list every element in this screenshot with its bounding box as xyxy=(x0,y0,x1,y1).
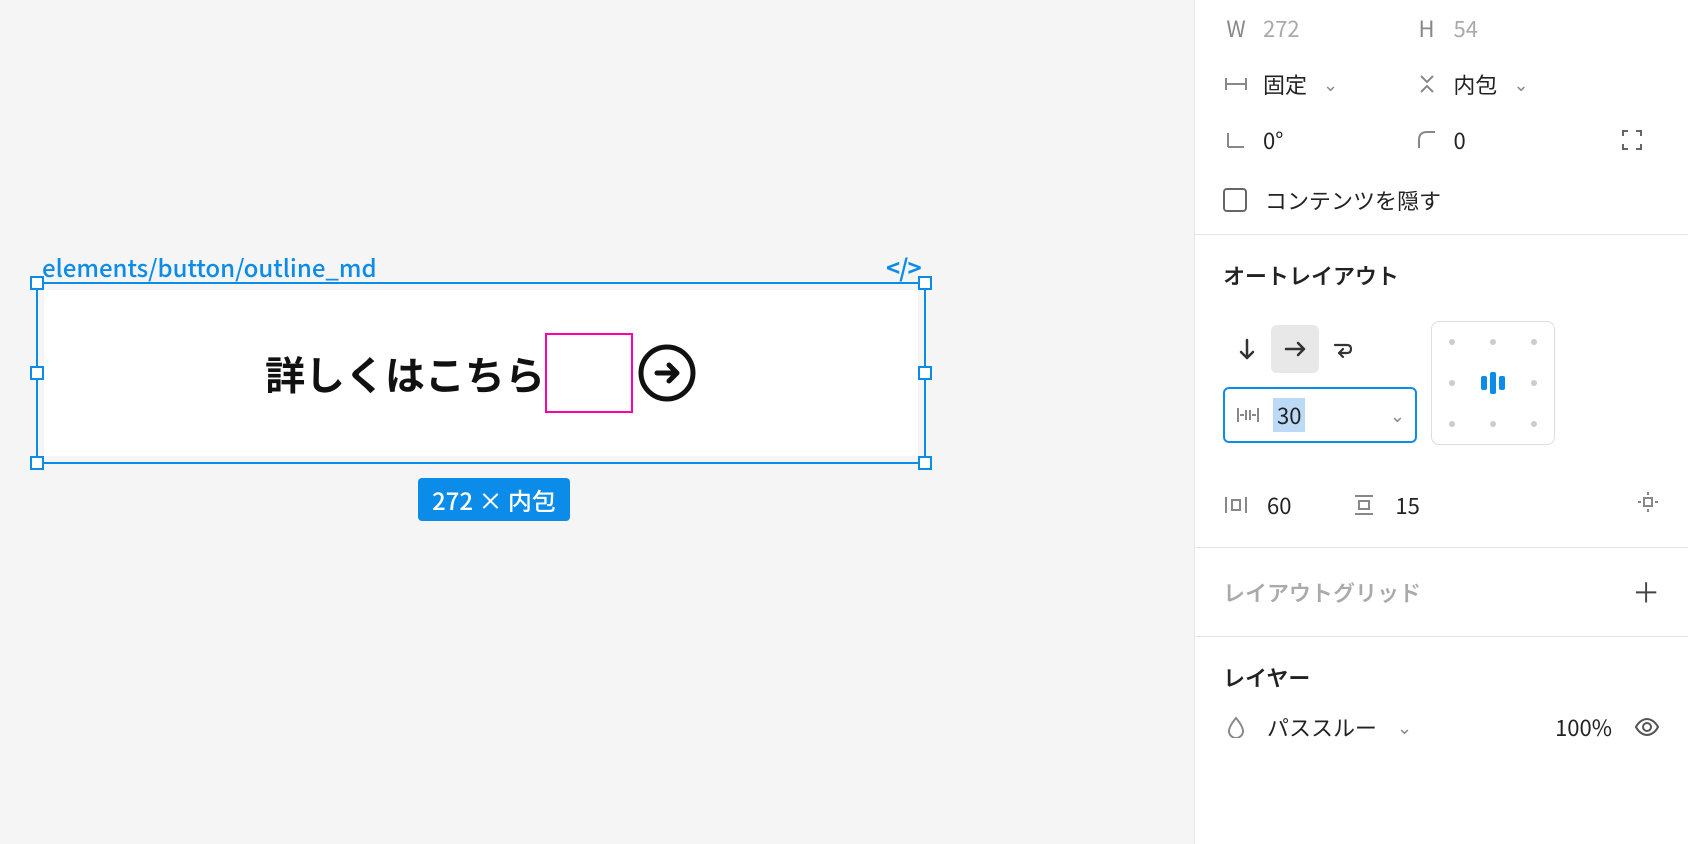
chevron-down-icon[interactable]: ⌄ xyxy=(1390,402,1405,428)
resize-handle-mr[interactable] xyxy=(918,366,932,380)
autolayout-title: オートレイアウト xyxy=(1223,259,1399,291)
independent-corners-button[interactable] xyxy=(1604,112,1660,168)
layer-section: レイヤー パススルー ⌄ 100% xyxy=(1195,637,1688,763)
button-text: 詳しくはこちら xyxy=(265,344,545,402)
selection-frame[interactable]: 詳しくはこちら xyxy=(36,282,926,464)
resize-handle-ml[interactable] xyxy=(30,366,44,380)
clip-content-row[interactable]: コンテンツを隠す xyxy=(1195,190,1688,234)
blend-mode-icon xyxy=(1223,716,1249,738)
height-value: 54 xyxy=(1454,12,1478,44)
corner-radius-field[interactable]: 0 xyxy=(1414,112,1595,168)
vertical-padding-field[interactable]: 15 xyxy=(1351,489,1419,521)
visibility-toggle-icon[interactable] xyxy=(1634,711,1660,743)
horizontal-padding-value: 60 xyxy=(1267,489,1291,521)
canvas[interactable]: elements/button/outline_md </> 詳しくはこちら xyxy=(0,0,1194,844)
clip-content-checkbox[interactable] xyxy=(1223,188,1247,212)
resize-handle-tr[interactable] xyxy=(918,276,932,290)
dimensions-badge: 272 × 内包 xyxy=(418,478,570,521)
blend-mode-dropdown[interactable]: パススルー ⌄ xyxy=(1223,711,1412,743)
height-mode-dropdown[interactable]: 内包 ⌄ xyxy=(1414,56,1595,112)
width-mode-value: 固定 xyxy=(1263,68,1307,100)
alignment-grid[interactable] xyxy=(1431,321,1555,445)
opacity-value[interactable]: 100% xyxy=(1555,711,1612,743)
clip-content-label: コンテンツを隠す xyxy=(1265,184,1441,216)
component-name-label[interactable]: elements/button/outline_md xyxy=(42,249,377,284)
width-mode-dropdown[interactable]: 固定 ⌄ xyxy=(1223,56,1404,112)
height-mode-icon xyxy=(1414,74,1440,94)
direction-horizontal-button[interactable] xyxy=(1271,325,1319,373)
button-component[interactable]: 詳しくはこちら xyxy=(44,290,918,456)
chevron-down-icon: ⌄ xyxy=(1323,71,1338,97)
angle-icon xyxy=(1223,131,1249,149)
item-spacing-input[interactable]: 30 ⌄ xyxy=(1223,387,1417,443)
width-value: 272 xyxy=(1263,12,1300,44)
inspector-panel: W 272 H 54 固定 ⌄ xyxy=(1194,0,1688,844)
direction-vertical-button[interactable] xyxy=(1223,325,1271,373)
height-label: H xyxy=(1414,12,1440,44)
spacing-icon xyxy=(1235,405,1261,425)
vertical-padding-icon xyxy=(1351,494,1377,516)
width-label: W xyxy=(1223,12,1249,44)
independent-padding-button[interactable] xyxy=(1636,489,1660,521)
blend-mode-value: パススルー xyxy=(1267,711,1377,743)
resize-handle-bl[interactable] xyxy=(30,456,44,470)
corner-radius-icon xyxy=(1414,130,1440,150)
button-content-row: 詳しくはこちら xyxy=(265,333,697,413)
transform-section: W 272 H 54 固定 ⌄ xyxy=(1195,0,1688,235)
autolayout-section: オートレイアウト xyxy=(1195,235,1688,548)
height-mode-value: 内包 xyxy=(1454,68,1498,100)
app-root: elements/button/outline_md </> 詳しくはこちら xyxy=(0,0,1688,844)
resize-handle-br[interactable] xyxy=(918,456,932,470)
resize-handle-tl[interactable] xyxy=(30,276,44,290)
chevron-down-icon: ⌄ xyxy=(1397,714,1412,740)
layout-grid-title: レイアウトグリッド xyxy=(1223,576,1421,608)
corner-radius-value: 0 xyxy=(1454,124,1466,156)
alignment-center-icon xyxy=(1481,372,1505,394)
layout-grid-section: レイアウトグリッド ＋ xyxy=(1195,548,1688,637)
add-layout-grid-button[interactable]: ＋ xyxy=(1632,572,1660,612)
arrow-right-circle-icon xyxy=(637,343,697,403)
direction-buttons xyxy=(1223,325,1367,373)
width-mode-icon xyxy=(1223,77,1249,91)
spacing-highlight xyxy=(545,333,633,413)
horizontal-padding-field[interactable]: 60 xyxy=(1223,489,1291,521)
width-field[interactable]: W 272 xyxy=(1223,0,1404,56)
dev-mode-icon[interactable]: </> xyxy=(886,249,921,284)
horizontal-padding-icon xyxy=(1223,495,1249,515)
chevron-down-icon: ⌄ xyxy=(1514,71,1529,97)
layer-section-title: レイヤー xyxy=(1223,661,1310,693)
vertical-padding-value: 15 xyxy=(1395,489,1419,521)
height-field[interactable]: H 54 xyxy=(1414,0,1595,56)
rotation-value: 0° xyxy=(1263,124,1283,156)
rotation-field[interactable]: 0° xyxy=(1223,112,1404,168)
direction-wrap-button[interactable] xyxy=(1319,325,1367,373)
item-spacing-value: 30 xyxy=(1273,398,1305,432)
